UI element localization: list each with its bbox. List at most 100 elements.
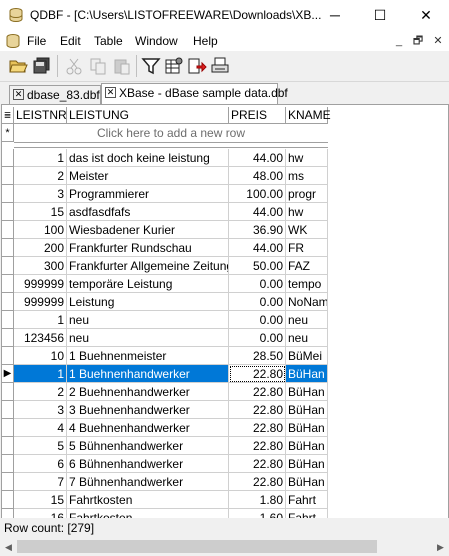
cell-preis[interactable]: 22.80	[229, 473, 286, 491]
cell-leistung[interactable]: Leistung	[67, 293, 229, 311]
row-header[interactable]: ▶	[2, 365, 14, 383]
cell-kname[interactable]: Fahrt	[286, 491, 328, 509]
cell-leistung[interactable]: Frankfurter Rundschau	[67, 239, 229, 257]
export-icon[interactable]	[187, 56, 207, 76]
scroll-left-icon[interactable]: ◀	[0, 538, 17, 556]
cell-preis[interactable]: 0.00	[229, 275, 286, 293]
cell-leistnr[interactable]: 999999	[14, 275, 67, 293]
row-header[interactable]	[2, 383, 14, 401]
cell-leistnr[interactable]: 15	[14, 491, 67, 509]
cell-leistung[interactable]: Fahrtkosten	[67, 491, 229, 509]
scroll-right-icon[interactable]: ▶	[432, 538, 449, 556]
mdi-restore-button[interactable]: 🗗	[411, 34, 425, 48]
cell-kname[interactable]: ms	[286, 167, 328, 185]
cell-preis[interactable]: 0.00	[229, 293, 286, 311]
cell-leistung[interactable]: Meister	[67, 167, 229, 185]
add-new-row[interactable]: Click here to add a new row	[14, 124, 328, 143]
cell-leistnr[interactable]: 999999	[14, 293, 67, 311]
cell-kname[interactable]: FAZ	[286, 257, 328, 275]
cell-leistnr[interactable]: 3	[14, 401, 67, 419]
cell-leistung[interactable]: asdfasdfafs	[67, 203, 229, 221]
cell-leistnr[interactable]: 100	[14, 221, 67, 239]
row-header[interactable]	[2, 455, 14, 473]
cell-kname[interactable]: WK	[286, 221, 328, 239]
cell-preis[interactable]: 0.00	[229, 311, 286, 329]
cell-kname[interactable]: NoNam	[286, 293, 328, 311]
copy-icon[interactable]	[88, 56, 108, 76]
cell-kname[interactable]: tempo	[286, 275, 328, 293]
row-header[interactable]	[2, 329, 14, 347]
row-header[interactable]	[2, 221, 14, 239]
cell-leistnr[interactable]: 2	[14, 383, 67, 401]
cell-preis[interactable]: 44.00	[229, 149, 286, 167]
cell-preis[interactable]: 50.00	[229, 257, 286, 275]
cell-kname[interactable]: BüHan	[286, 383, 328, 401]
cell-preis[interactable]: 22.80	[229, 401, 286, 419]
minimize-button[interactable]: ─	[312, 0, 358, 31]
cell-preis[interactable]: 44.00	[229, 203, 286, 221]
cell-leistnr[interactable]: 3	[14, 185, 67, 203]
print-icon[interactable]	[210, 56, 230, 76]
database-doc-icon[interactable]	[5, 33, 21, 49]
cell-leistnr[interactable]: 5	[14, 437, 67, 455]
cut-icon[interactable]	[64, 56, 84, 76]
horizontal-scrollbar[interactable]: ◀ ▶	[0, 538, 449, 556]
cell-leistung[interactable]: 6 Bühnenhandwerker	[67, 455, 229, 473]
cell-leistung[interactable]: 4 Buehnenhandwerker	[67, 419, 229, 437]
row-header[interactable]	[2, 167, 14, 185]
cell-leistnr[interactable]: 123456	[14, 329, 67, 347]
row-header[interactable]	[2, 311, 14, 329]
cell-leistnr[interactable]: 7	[14, 473, 67, 491]
cell-kname[interactable]: BüHan	[286, 473, 328, 491]
menu-table[interactable]: Table	[94, 34, 123, 48]
column-header-preis[interactable]: PREIS	[229, 107, 286, 124]
menu-file[interactable]: File	[27, 34, 46, 48]
tab-close-icon[interactable]: ✕	[105, 87, 116, 98]
cell-kname[interactable]: hw	[286, 149, 328, 167]
cell-leistnr[interactable]: 300	[14, 257, 67, 275]
cell-kname[interactable]: BüHan	[286, 455, 328, 473]
cell-preis[interactable]: 36.90	[229, 221, 286, 239]
cell-leistung[interactable]: 1 Buehnenmeister	[67, 347, 229, 365]
cell-kname[interactable]: BüHan	[286, 437, 328, 455]
row-header[interactable]	[2, 347, 14, 365]
menu-help[interactable]: Help	[193, 34, 218, 48]
cell-preis[interactable]: 22.80	[229, 419, 286, 437]
scrollbar-thumb[interactable]	[17, 540, 377, 553]
menu-edit[interactable]: Edit	[60, 34, 81, 48]
maximize-button[interactable]: ☐	[357, 0, 403, 31]
cell-preis[interactable]: 44.00	[229, 239, 286, 257]
cell-kname[interactable]: BüHan	[286, 365, 328, 383]
row-header[interactable]	[2, 239, 14, 257]
cell-leistung[interactable]: neu	[67, 329, 229, 347]
cell-leistnr[interactable]: 2	[14, 167, 67, 185]
row-header[interactable]	[2, 185, 14, 203]
mdi-minimize-button[interactable]: _	[392, 34, 406, 48]
cell-kname[interactable]: FR	[286, 239, 328, 257]
table-properties-icon[interactable]	[164, 56, 184, 76]
cell-kname[interactable]: hw	[286, 203, 328, 221]
column-header-leistnr[interactable]: LEISTNR	[14, 107, 67, 124]
filter-icon[interactable]	[141, 56, 161, 76]
cell-leistung[interactable]: 7 Bühnenhandwerker	[67, 473, 229, 491]
cell-kname[interactable]: BüHan	[286, 401, 328, 419]
cell-leistnr[interactable]: 10	[14, 347, 67, 365]
cell-kname[interactable]: progr	[286, 185, 328, 203]
tab-dbase-83[interactable]: ✕ dbase_83.dbf	[9, 85, 101, 104]
cell-kname[interactable]: neu	[286, 311, 328, 329]
menu-window[interactable]: Window	[135, 34, 178, 48]
select-all-corner-icon[interactable]: ≣	[2, 107, 14, 124]
cell-leistnr[interactable]: 1	[14, 365, 67, 383]
cell-leistnr[interactable]: 6	[14, 455, 67, 473]
row-header[interactable]	[2, 401, 14, 419]
cell-leistung[interactable]: neu	[67, 311, 229, 329]
cell-preis[interactable]: 100.00	[229, 185, 286, 203]
cell-kname[interactable]: neu	[286, 329, 328, 347]
data-grid[interactable]: ≣ LEISTNR LEISTUNG PREIS KNAME * Click h…	[1, 104, 449, 520]
cell-kname[interactable]: BüMei	[286, 347, 328, 365]
cell-preis[interactable]: 28.50	[229, 347, 286, 365]
cell-preis[interactable]: 48.00	[229, 167, 286, 185]
cell-preis[interactable]: 22.80	[229, 383, 286, 401]
cell-preis[interactable]: 22.80	[229, 437, 286, 455]
paste-icon[interactable]	[112, 56, 132, 76]
